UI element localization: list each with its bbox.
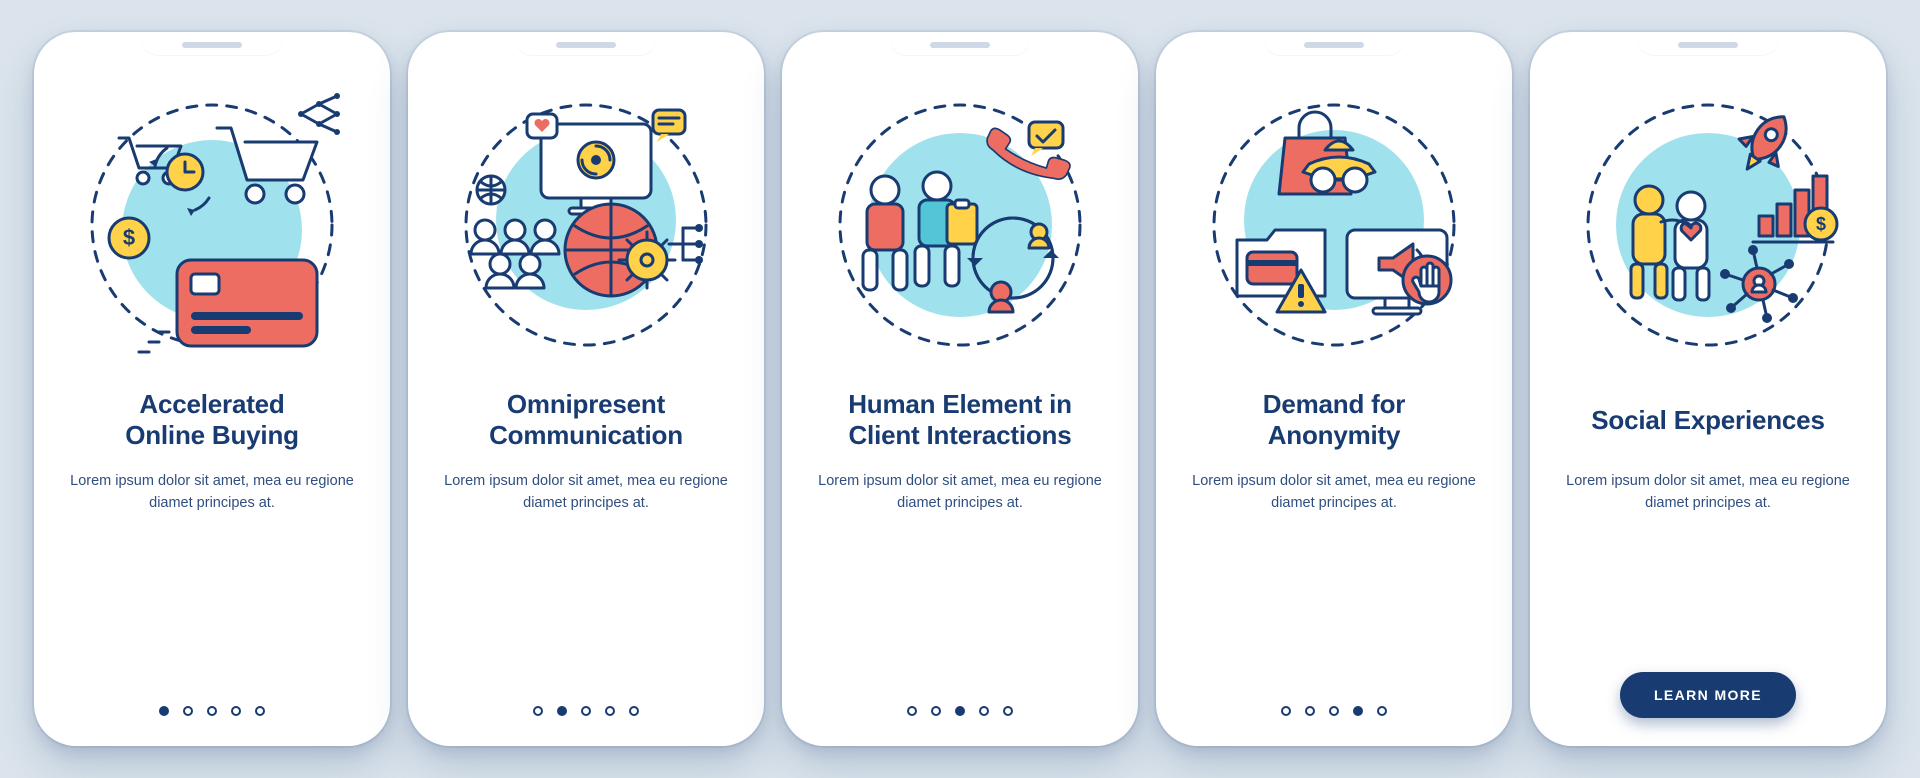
slide-title: Human Element in Client Interactions	[842, 388, 1078, 452]
slide-description: Lorem ipsum dolor sit amet, mea eu regio…	[1554, 470, 1862, 515]
onboarding-card-4: Demand for Anonymity Lorem ipsum dolor s…	[1156, 32, 1512, 746]
phone-notch	[516, 32, 656, 56]
demand-for-anonymity-icon	[1189, 80, 1479, 370]
slide-description: Lorem ipsum dolor sit amet, mea eu regio…	[806, 470, 1114, 515]
social-experiences-icon: $	[1563, 80, 1853, 370]
svg-text:$: $	[123, 225, 135, 250]
omnipresent-communication-icon	[441, 80, 731, 370]
pager-dot[interactable]	[979, 706, 989, 716]
pager	[907, 706, 1013, 720]
slide-description: Lorem ipsum dolor sit amet, mea eu regio…	[1180, 470, 1488, 515]
pager	[1281, 706, 1387, 720]
slide-title: Omnipresent Communication	[483, 388, 689, 452]
onboarding-stage: $ Accelerated Online Buying Lorem ipsum …	[0, 0, 1920, 778]
onboarding-card-2: Omnipresent Communication Lorem ipsum do…	[408, 32, 764, 746]
pager	[533, 706, 639, 720]
pager-dot[interactable]	[629, 706, 639, 716]
slide-title: Accelerated Online Buying	[119, 388, 305, 452]
learn-more-button[interactable]: LEARN MORE	[1620, 672, 1796, 718]
pager-dot-active[interactable]	[1353, 706, 1363, 716]
phone-notch	[142, 32, 282, 56]
pager-dot[interactable]	[1003, 706, 1013, 716]
pager-dot[interactable]	[581, 706, 591, 716]
pager-dot[interactable]	[255, 706, 265, 716]
pager-dot[interactable]	[533, 706, 543, 716]
pager-dot[interactable]	[931, 706, 941, 716]
pager-dot[interactable]	[1305, 706, 1315, 716]
pager-dot-active[interactable]	[557, 706, 567, 716]
phone-notch	[890, 32, 1030, 56]
pager-dot-active[interactable]	[159, 706, 169, 716]
pager-dot[interactable]	[207, 706, 217, 716]
pager-dot[interactable]	[1377, 706, 1387, 716]
svg-text:$: $	[1816, 214, 1826, 234]
pager-dot[interactable]	[907, 706, 917, 716]
slide-title: Social Experiences	[1585, 388, 1830, 452]
pager-dot[interactable]	[605, 706, 615, 716]
pager-dot[interactable]	[1329, 706, 1339, 716]
slide-description: Lorem ipsum dolor sit amet, mea eu regio…	[432, 470, 740, 515]
pager-dot[interactable]	[231, 706, 241, 716]
onboarding-card-5: $	[1530, 32, 1886, 746]
phone-notch	[1264, 32, 1404, 56]
pager-dot[interactable]	[183, 706, 193, 716]
phone-notch	[1638, 32, 1778, 56]
pager-dot[interactable]	[1281, 706, 1291, 716]
human-client-interactions-icon	[815, 80, 1105, 370]
slide-description: Lorem ipsum dolor sit amet, mea eu regio…	[58, 470, 366, 515]
onboarding-card-3: Human Element in Client Interactions Lor…	[782, 32, 1138, 746]
pager-dot-active[interactable]	[955, 706, 965, 716]
online-buying-icon: $	[67, 80, 357, 370]
slide-title: Demand for Anonymity	[1257, 388, 1411, 452]
pager	[159, 706, 265, 720]
onboarding-card-1: $ Accelerated Online Buying Lorem ipsum …	[34, 32, 390, 746]
